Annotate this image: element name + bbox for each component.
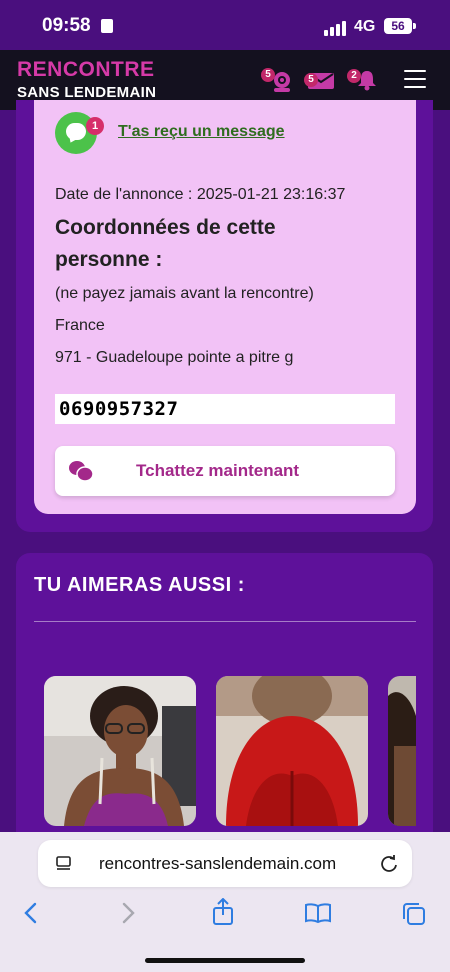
address-bar[interactable]: rencontres-sanslendemain.com [38,840,412,887]
network-type: 4G [354,18,376,35]
tabs-icon[interactable] [402,902,426,926]
suggestions-title: TU AIMERAS AUSSI : [34,574,245,596]
url-text: rencontres-sanslendemain.com [99,854,337,873]
battery-icon: 56 [384,18,412,34]
mail-badge: 5 [304,73,318,87]
home-indicator [145,958,305,963]
share-icon[interactable] [212,898,234,926]
divider [34,621,416,622]
annonce-date: Date de l'annonce : 2025-01-21 23:16:37 [55,186,346,203]
menu-icon[interactable] [404,70,426,94]
status-time: 09:58 [42,15,91,36]
country: France [55,317,105,334]
profile-thumbnail[interactable] [216,676,368,826]
phone-number: 0690957327 [59,398,179,420]
profile-photo-1 [44,676,196,826]
logo-line2[interactable]: SANS LENDEMAIN [17,84,156,101]
battery-cap [413,23,416,29]
chat-now-label: Tchattez maintenant [136,461,300,480]
notifications-badge: 2 [347,69,361,83]
location: 971 - Guadeloupe pointe a pitre g [55,349,294,366]
back-icon[interactable] [22,902,40,924]
id-card-icon [101,19,113,33]
profile-thumbnail[interactable] [388,676,416,826]
page-menu-icon[interactable] [56,856,74,872]
message-badge: 1 [86,117,104,135]
logo-line1[interactable]: RENCONTRE [17,58,155,82]
profile-photo-3 [388,676,416,826]
chat-bubbles-icon [69,461,94,482]
payment-warning: (ne payez jamais avant la rencontre) [55,285,314,302]
signal-icon [324,18,348,36]
chat-now-button[interactable]: Tchattez maintenant [55,446,395,496]
message-link[interactable]: T'as reçu un message [118,123,285,141]
forward-icon[interactable] [119,902,137,924]
phone-number-box: 0690957327 [55,394,395,424]
profile-photo-2 [216,676,368,826]
bookmarks-icon[interactable] [304,902,332,924]
profile-thumbnail[interactable] [44,676,196,826]
status-bar: 09:58 4G 56 [0,0,450,50]
reload-icon[interactable] [379,853,399,873]
coordinates-title: Coordonnées de cette personne : [55,216,276,271]
webcam-badge: 5 [261,68,275,82]
